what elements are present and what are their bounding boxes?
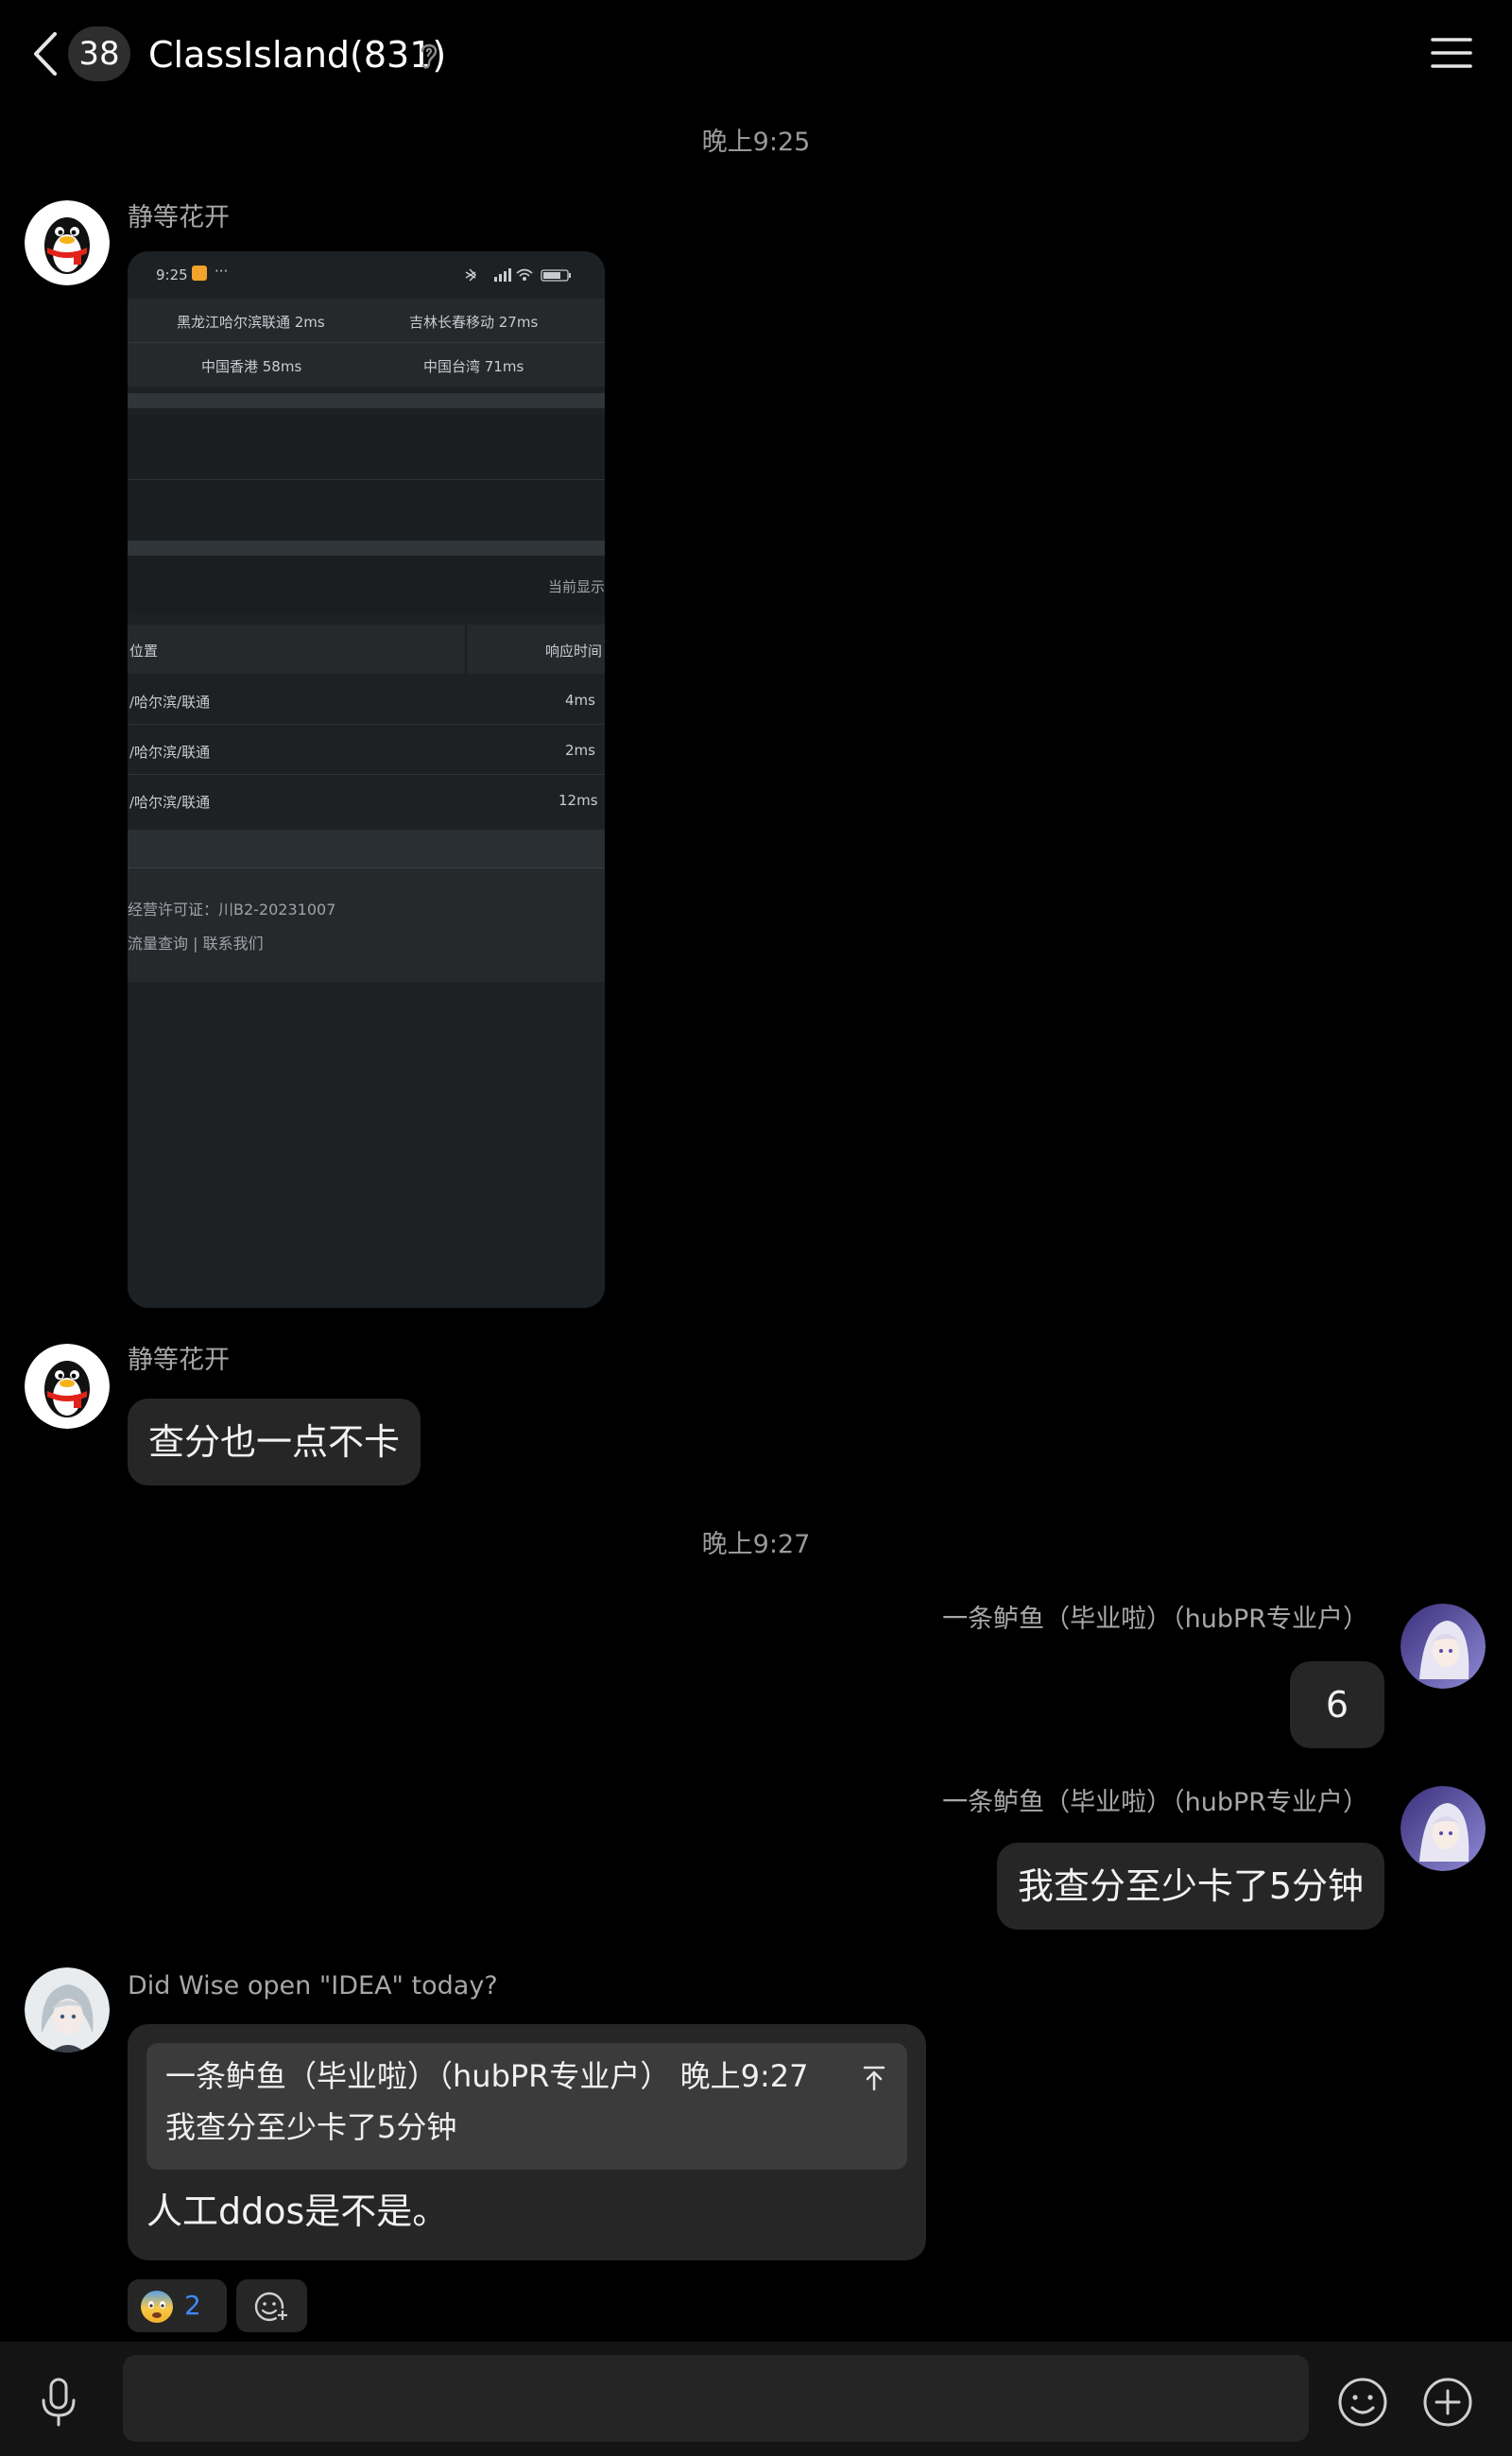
sender-name: 一条鲈鱼（毕业啦）（hubPR专业户） [942,1788,1368,1817]
chat-title[interactable]: ClassIsland(831) [148,28,446,81]
plus-icon[interactable] [1419,2374,1476,2430]
emoji-icon[interactable] [1334,2374,1391,2430]
current-display-row: 当前显示 [128,556,605,614]
latency-cell: 黑龙江哈尔滨联通 2ms [177,314,325,331]
back-arrow-icon[interactable] [28,28,62,79]
anime-avatar-icon [25,1967,110,2052]
avatar-anime-self[interactable] [1400,1786,1486,1871]
footer-links: 流量查询 | 联系我们 [128,935,264,953]
message-timestamp: 晚上9:25 [701,128,811,157]
message-timestamp: 晚上9:27 [701,1530,811,1559]
latency-cell: 吉林长春移动 27ms [409,314,539,331]
chat-header: 38 ClassIsland(831) [0,0,1512,109]
message-input[interactable] [123,2355,1309,2442]
anime-avatar-icon [1400,1604,1486,1689]
add-reaction-button[interactable] [236,2279,307,2332]
quote-header: 一条鲈鱼（毕业啦）（hubPR专业户） 晚上9:27 [165,2058,809,2094]
divider-band [128,393,605,408]
latency-cell: 中国香港 58ms [201,358,302,375]
app-icon [192,266,207,281]
table-cell: /哈尔滨/联通 [129,744,211,761]
message-bubble[interactable]: 6 [1290,1661,1384,1748]
footer-area: 经营许可证：川B2-20231007 流量查询 | 联系我们 [128,868,605,982]
blank-area [128,982,605,1308]
reaction-chip[interactable]: 2 [128,2279,227,2332]
avatar-qq-penguin[interactable] [25,1344,110,1429]
sender-name: 静等花开 [128,203,230,232]
sender-name: 一条鲈鱼（毕业啦）（hubPR专业户） [942,1605,1368,1634]
blank-row [128,415,605,480]
ear-mode-icon [421,43,438,69]
unread-count-badge[interactable]: 38 [68,26,130,81]
table-cell: 4ms [565,692,595,709]
reply-text: 人工ddos是不是。 [146,2190,449,2232]
reaction-count: 2 [184,2290,201,2321]
more-dots-icon: ··· [215,263,229,280]
table-cell: /哈尔滨/联通 [129,694,211,711]
latency-cell: 中国台湾 71ms [423,358,524,375]
current-display-label: 当前显示 [548,578,605,595]
divider-band [128,541,605,556]
license-text: 经营许可证：川B2-20231007 [128,901,336,919]
sender-name: 静等花开 [128,1346,230,1375]
quoted-message-card[interactable]: 一条鲈鱼（毕业啦）（hubPR专业户） 晚上9:27 我查分至少卡了5分钟 [146,2043,907,2170]
microphone-icon[interactable] [30,2374,87,2430]
table-row: /哈尔滨/联通 4ms [128,677,605,725]
table-cell: 12ms [558,792,598,809]
divider-band [128,830,605,868]
penguin-avatar-icon [25,200,110,285]
table-row: /哈尔滨/联通 2ms [128,727,605,775]
table-cell: 2ms [565,742,595,759]
status-icons [465,268,571,282]
anime-avatar-icon [1400,1786,1486,1871]
add-emoji-icon [254,2292,289,2322]
table-row: /哈尔滨/联通 12ms [128,777,605,824]
message-bubble[interactable]: 查分也一点不卡 [128,1399,421,1486]
table-header: 位置 响应时间 [128,625,605,674]
avatar-qq-penguin[interactable] [25,200,110,285]
phone-status-bar: 9:25 ··· [128,251,605,299]
status-time: 9:25 [156,266,188,283]
menu-icon[interactable] [1431,36,1472,70]
image-message-screenshot[interactable]: 9:25 ··· 黑龙江哈尔滨联通 2ms 吉林长春移动 27ms 中国香港 5… [128,251,605,1308]
latency-row-2: 中国香港 58ms 中国台湾 71ms [128,343,605,386]
avatar-anime-silver[interactable] [25,1967,110,2052]
table-cell: /哈尔滨/联通 [129,794,211,811]
fearful-face-icon [141,2291,173,2323]
sender-name: Did Wise open "IDEA" today? [128,1971,498,2001]
message-bubble[interactable]: 我查分至少卡了5分钟 [996,1843,1384,1930]
quote-body: 我查分至少卡了5分钟 [165,2109,457,2145]
reply-message-bubble[interactable]: 一条鲈鱼（毕业啦）（hubPR专业户） 晚上9:27 我查分至少卡了5分钟 人工… [128,2024,926,2260]
jump-to-quote-icon[interactable] [860,2064,888,2092]
latency-row-1: 黑龙江哈尔滨联通 2ms 吉林长春移动 27ms [128,299,605,343]
penguin-avatar-icon [25,1344,110,1429]
column-header: 位置 [129,643,159,660]
avatar-anime-self[interactable] [1400,1604,1486,1689]
column-header: 响应时间 [545,643,603,660]
blank-row [128,480,605,541]
